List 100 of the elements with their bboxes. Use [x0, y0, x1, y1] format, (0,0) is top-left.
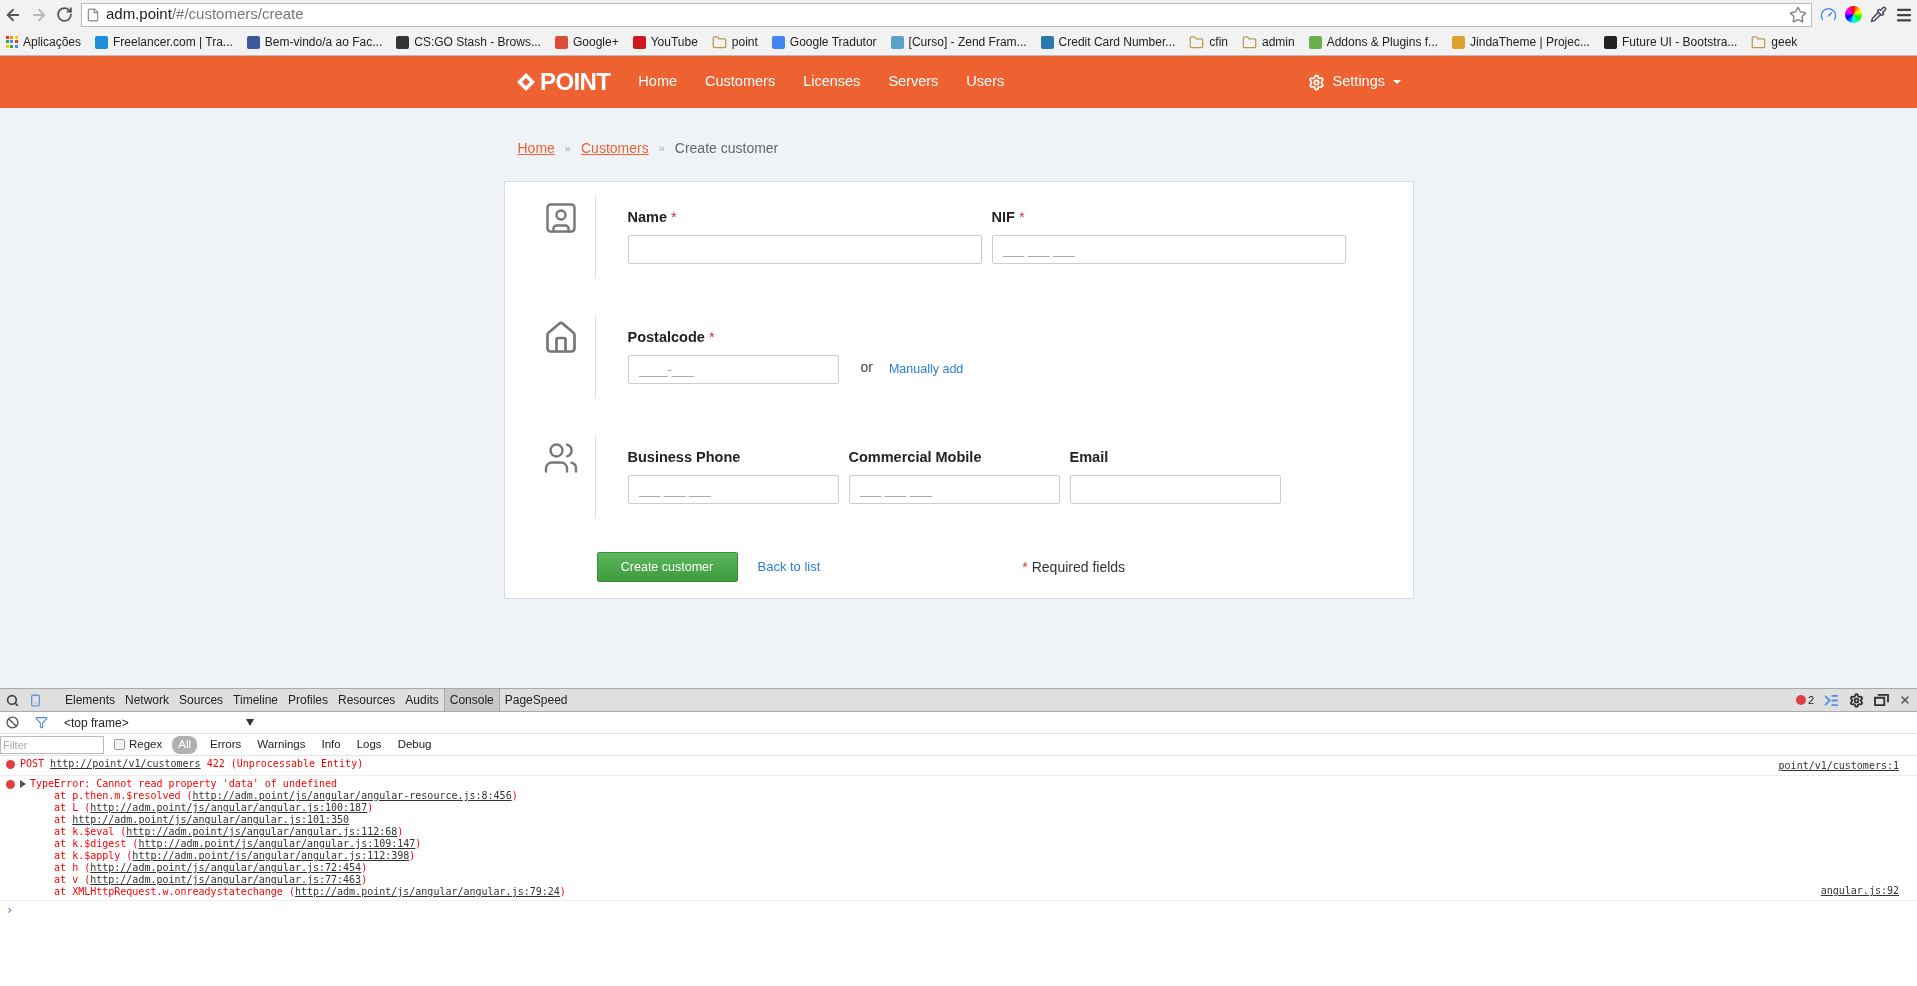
devtools-tab[interactable]: Resources: [333, 689, 401, 711]
bookmark[interactable]: Google Tradutor: [767, 33, 881, 51]
settings-icon[interactable]: [1849, 692, 1864, 708]
console-text: at k.$apply (http://adm.point/js/angular/angular.js:112:398): [53, 850, 416, 862]
field-label: Commercial Mobile: [848, 448, 983, 468]
folder-icon: [1751, 34, 1767, 50]
bookmark[interactable]: Future UI - Bootstra...: [1599, 33, 1742, 51]
console-text: at L (http://adm.point/js/angular/angular.js:100:187): [53, 802, 374, 814]
required-fields-note: * Required fields: [1022, 557, 1126, 577]
page-icon: [86, 7, 100, 22]
folder-icon: [711, 34, 727, 50]
frame-selector[interactable]: <top frame>: [64, 713, 254, 732]
input-field[interactable]: [627, 235, 982, 264]
console-text: at k.$digest (http://adm.point/js/angular/angular.js:109:147): [53, 838, 422, 850]
input-field[interactable]: ___ ___ ___: [848, 475, 1060, 504]
bookmark[interactable]: Aplicações: [2, 33, 86, 51]
console-text: TypeError: Cannot read property 'data' of undefined: [30, 778, 338, 790]
devtools-tab[interactable]: Sources: [174, 689, 229, 711]
dock-icon[interactable]: [1874, 693, 1889, 707]
console-text: at p.then.m.$resolved (http://adm.point/js/angular/angular-resource.js:8:456): [53, 790, 518, 802]
devtools-tab[interactable]: Elements: [60, 689, 121, 711]
bookmark[interactable]: YouTube: [628, 33, 702, 51]
field-label: Email: [1069, 448, 1110, 468]
manually-add-link[interactable]: Manually add: [888, 360, 964, 379]
source-link[interactable]: http://adm.point/js/angular/angular.js:79:24: [294, 886, 560, 897]
bookmark[interactable]: Bem-vindo/a ao Fac...: [242, 33, 387, 51]
bookmark[interactable]: Credit Card Number...: [1036, 33, 1180, 51]
bookmark-star-icon[interactable]: [1789, 5, 1807, 24]
devtools-tab[interactable]: Timeline: [228, 689, 283, 711]
bookmark[interactable]: CS:GO Stash - Brows...: [392, 33, 545, 51]
error-icon: [5, 760, 15, 769]
reload-icon[interactable]: [56, 6, 73, 23]
source-link[interactable]: http://point/v1/customers: [50, 758, 201, 769]
url-text: adm.point/#/customers/create: [106, 4, 305, 25]
gear-icon: [1307, 73, 1325, 91]
source-link[interactable]: http://adm.point/js/angular/angular.js:100:187: [90, 802, 368, 813]
expand-triangle-icon[interactable]: [20, 780, 26, 788]
console-text: at v (http://adm.point/js/angular/angular.js:77:463): [53, 874, 368, 886]
breadcrumb-separator: »: [658, 141, 665, 157]
source-location-link[interactable]: point/v1/customers:1: [1778, 758, 1899, 773]
source-link[interactable]: http://adm.point/js/angular/angular.js:77:463: [90, 874, 362, 885]
input-field[interactable]: ___ ___ ___: [627, 475, 839, 504]
source-link[interactable]: http://adm.point/js/angular/angular-resource.js:8:456: [192, 790, 512, 801]
regex-checkbox[interactable]: Regex: [114, 735, 163, 754]
bookmark[interactable]: Addons & Plugins f...: [1304, 33, 1443, 51]
folder-icon: [1189, 34, 1205, 50]
breadcrumb-current: Create customer: [674, 139, 779, 158]
console-text: POST http://point/v1/customers 422 (Unprocessable Entity): [20, 758, 364, 770]
devtools-tab[interactable]: PageSpeed: [499, 689, 573, 711]
devtools-tab[interactable]: Console: [443, 689, 500, 711]
console-prompt[interactable]: ›: [0, 901, 14, 919]
source-link[interactable]: http://adm.point/js/angular/angular.js:112:398: [132, 850, 410, 861]
bookmark[interactable]: admin: [1238, 33, 1299, 51]
close-icon[interactable]: [1899, 694, 1911, 706]
bookmark[interactable]: Freelancer.com | Tra...: [91, 33, 237, 51]
address-bar[interactable]: adm.point/#/customers/create: [81, 2, 1812, 27]
bookmark[interactable]: point: [707, 33, 762, 51]
bookmark[interactable]: [Curso] - Zend Fram...: [886, 33, 1031, 51]
console-text: at h (http://adm.point/js/angular/angular.js:72:454): [53, 862, 368, 874]
back-to-list-link[interactable]: Back to list: [757, 557, 821, 577]
error-icon: [5, 780, 15, 789]
input-field[interactable]: ____-___: [627, 355, 839, 384]
eyedropper-icon[interactable]: [1870, 6, 1887, 23]
clear-console-icon[interactable]: [6, 716, 19, 729]
log-level-filter[interactable]: Info: [318, 735, 344, 754]
source-location-link[interactable]: angular.js:92: [1820, 883, 1899, 898]
bookmark[interactable]: cfin: [1185, 33, 1232, 51]
log-level-filter[interactable]: Warnings: [254, 735, 309, 754]
dropdown-caret-icon: [246, 719, 254, 726]
people-icon: [542, 440, 579, 476]
breadcrumb-separator: »: [564, 141, 571, 157]
log-level-filter[interactable]: Logs: [353, 735, 385, 754]
field-label: Postalcode *: [627, 328, 716, 348]
color-wheel-icon[interactable]: [1845, 6, 1862, 23]
filter-icon[interactable]: [35, 716, 48, 729]
bookmark[interactable]: geek: [1747, 33, 1802, 51]
source-link[interactable]: http://adm.point/js/angular/angular.js:109:147: [138, 838, 416, 849]
diamond-logo-icon: [516, 72, 536, 92]
folder-icon: [1242, 34, 1257, 50]
input-field[interactable]: [1069, 475, 1281, 504]
source-link[interactable]: http://adm.point/js/angular/angular.js:112:68: [126, 826, 398, 837]
log-level-filter[interactable]: Errors: [207, 735, 245, 754]
apps-grid-icon: [6, 36, 18, 48]
bookmark[interactable]: JindaTheme | Projec...: [1448, 33, 1594, 51]
source-link[interactable]: http://adm.point/js/angular/angular.js:72:454: [90, 862, 362, 873]
devtools-tab[interactable]: Profiles: [283, 689, 333, 711]
source-link[interactable]: http://adm.point/js/angular/angular.js:101:350: [72, 814, 350, 825]
devtools-tab[interactable]: Audits: [400, 689, 444, 711]
extension-icon[interactable]: [1820, 6, 1837, 23]
error-count[interactable]: 2: [1795, 691, 1814, 709]
input-field[interactable]: ___ ___ ___: [991, 235, 1346, 264]
bookmark[interactable]: Google+: [550, 33, 623, 51]
log-level-filter[interactable]: Debug: [394, 735, 435, 754]
devtools-tab[interactable]: Network: [120, 689, 175, 711]
field-label: NIF *: [991, 208, 1026, 228]
error-icon: [1795, 695, 1806, 705]
filter-field[interactable]: Filter: [0, 735, 104, 754]
caret-icon: [1393, 80, 1401, 84]
search-icon[interactable]: [6, 693, 19, 707]
console-text: at http://adm.point/js/angular/angular.js:101:350: [53, 814, 350, 826]
